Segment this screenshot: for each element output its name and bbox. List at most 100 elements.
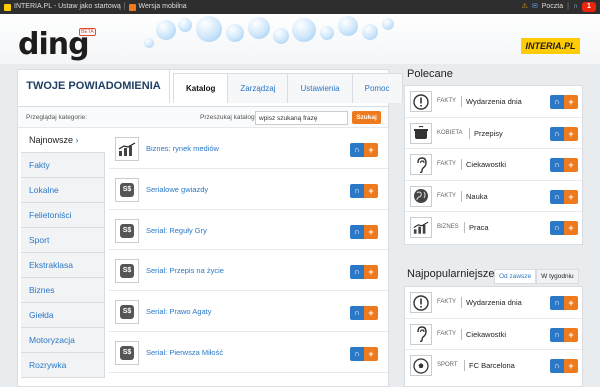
item-name[interactable]: Wydarzenia dnia bbox=[466, 97, 522, 106]
subscribe-button[interactable]: ∩ + bbox=[550, 95, 578, 109]
subscribe-button[interactable]: ∩ + bbox=[550, 189, 578, 204]
subscribe-button[interactable]: ∩ + bbox=[350, 265, 378, 280]
subscribe-button[interactable]: ∩ + bbox=[350, 346, 378, 361]
subscribe-button[interactable]: ∩ + bbox=[550, 158, 578, 173]
mobile-version-link[interactable]: Wersja mobilna bbox=[139, 0, 187, 14]
subscribe-button[interactable]: ∩ + bbox=[350, 306, 378, 321]
mail-icon[interactable]: ✉ bbox=[532, 0, 538, 14]
feed-link[interactable]: Serial: Pierwsza Miłość bbox=[146, 348, 223, 357]
notification-badge[interactable]: 1 bbox=[582, 2, 596, 12]
recommended-item: FAKTY Ciekawostki ∩ + bbox=[405, 149, 582, 181]
interia-logo[interactable]: INTERIA.PL bbox=[521, 38, 580, 54]
mail-link[interactable]: Poczta bbox=[542, 0, 563, 14]
item-tag: FAKTY bbox=[437, 299, 457, 305]
bubble-decoration bbox=[338, 16, 358, 36]
warning-icon[interactable]: ⚠ bbox=[522, 0, 528, 14]
subscribe-button[interactable]: ∩ + bbox=[350, 143, 378, 157]
popular-item: SPORT FC Barcelona ∩ + bbox=[405, 350, 582, 382]
item-name[interactable]: Praca bbox=[469, 223, 489, 232]
recommended-item: FAKTY Nauka ∩ + bbox=[405, 181, 582, 213]
category-item-motoryzacja[interactable]: Motoryzacja bbox=[21, 328, 105, 353]
ss-icon: S$ bbox=[115, 177, 139, 202]
set-homepage-link[interactable]: INTERIA.PL - Ustaw jako startową bbox=[14, 0, 121, 14]
feed-link[interactable]: Biznes: rynek mediów bbox=[146, 144, 219, 153]
search-button[interactable]: Szukaj bbox=[352, 111, 381, 124]
feed-link[interactable]: Serial: Przepis na życie bbox=[146, 266, 224, 275]
item-tag: KOBIETA bbox=[437, 129, 463, 136]
filter-bar: Przeglądaj kategorie: Przeszukaj katalog… bbox=[18, 106, 388, 128]
bubble-decoration bbox=[362, 24, 378, 40]
category-item-lokalne[interactable]: Lokalne bbox=[21, 178, 105, 203]
category-item-rozrywka[interactable]: Rozrywka bbox=[21, 353, 105, 378]
category-item-felietonisci[interactable]: Felietoniści bbox=[21, 203, 105, 228]
recommended-item: BIZNES Praca ∩ + bbox=[405, 212, 582, 244]
recommended-heading: Polecane bbox=[407, 68, 453, 80]
feed-link[interactable]: Serial: Reguły Gry bbox=[146, 226, 207, 235]
ss-icon: S$ bbox=[115, 340, 139, 365]
tab-katalog[interactable]: Katalog bbox=[173, 73, 229, 103]
category-item-sport[interactable]: Sport bbox=[21, 228, 105, 253]
ding-logo[interactable]: ding bbox=[18, 30, 90, 60]
tab-pomoc[interactable]: Pomoc bbox=[351, 73, 403, 103]
bubble-decoration bbox=[226, 24, 244, 42]
ss-icon: S$ bbox=[115, 300, 139, 325]
subscribe-button[interactable]: ∩ + bbox=[550, 327, 578, 342]
bubble-decoration bbox=[320, 26, 334, 40]
category-item-gielda[interactable]: Giełda bbox=[21, 303, 105, 328]
item-name[interactable]: Ciekawostki bbox=[466, 330, 506, 339]
subscribe-button[interactable]: ∩ + bbox=[350, 224, 378, 239]
category-item-biznes[interactable]: Biznes bbox=[21, 278, 105, 303]
feed-item: S$ Serial: Prawo Agaty ∩ + bbox=[109, 291, 388, 332]
item-name[interactable]: Wydarzenia dnia bbox=[466, 298, 522, 307]
bubble-decoration bbox=[248, 17, 270, 39]
subscribe-button[interactable]: ∩ + bbox=[550, 359, 578, 374]
recommended-list: FAKTY Wydarzenia dnia ∩ + KOBIETA Przepis… bbox=[404, 85, 583, 245]
subscribe-button[interactable]: ∩ + bbox=[550, 126, 578, 141]
top-bar: INTERIA.PL - Ustaw jako startową | Wersj… bbox=[0, 0, 600, 14]
ear-icon bbox=[410, 154, 432, 176]
chart-icon bbox=[410, 217, 432, 239]
item-name[interactable]: Ciekawostki bbox=[466, 160, 506, 169]
item-name[interactable]: Nauka bbox=[466, 192, 488, 201]
tab-zarzadzaj[interactable]: Zarządzaj bbox=[227, 73, 289, 103]
feed-link[interactable]: Serialowe gwiazdy bbox=[146, 185, 208, 194]
panel-tabs: Katalog Zarządzaj Ustawienia Pomoc bbox=[173, 73, 403, 103]
pot-icon bbox=[410, 122, 432, 144]
recommended-item: FAKTY Wydarzenia dnia ∩ + bbox=[405, 86, 582, 118]
globe-icon bbox=[410, 185, 432, 207]
subscribe-button[interactable]: ∩ + bbox=[350, 183, 378, 198]
category-item-ekstraklasa[interactable]: Ekstraklasa bbox=[21, 253, 105, 278]
popular-item: FAKTY Wydarzenia dnia ∩ + bbox=[405, 287, 582, 319]
item-tag: FAKTY bbox=[437, 98, 457, 104]
category-list: Najnowsze › Fakty Lokalne Felietoniści S… bbox=[21, 128, 105, 378]
feed-item: S$ Serialowe gwiazdy ∩ + bbox=[109, 169, 388, 210]
category-item-najnowsze[interactable]: Najnowsze › bbox=[21, 128, 105, 153]
item-tag: FAKTY bbox=[437, 161, 457, 168]
tab-ustawienia[interactable]: Ustawienia bbox=[287, 73, 353, 103]
bubble-decoration bbox=[144, 38, 154, 48]
bubble-decoration bbox=[178, 18, 192, 32]
subscribe-button[interactable]: ∩ + bbox=[550, 296, 578, 310]
bubble-decoration bbox=[292, 18, 316, 42]
item-name[interactable]: FC Barcelona bbox=[469, 361, 515, 370]
mobile-icon bbox=[128, 3, 136, 11]
notifications-panel: TWOJE POWIADOMIENIA Katalog Zarządzaj Us… bbox=[17, 69, 403, 387]
browse-label: Przeglądaj kategorie: bbox=[26, 114, 88, 121]
ss-icon: S$ bbox=[115, 218, 139, 243]
feed-link[interactable]: Serial: Prawo Agaty bbox=[146, 307, 211, 316]
category-item-fakty[interactable]: Fakty bbox=[21, 153, 105, 178]
bubble-decoration bbox=[273, 28, 289, 44]
subscribe-button[interactable]: ∩ + bbox=[550, 221, 578, 236]
popular-tabs: Od zawsze W tygodniu bbox=[494, 269, 579, 284]
item-name[interactable]: Przepisy bbox=[474, 129, 503, 138]
search-input[interactable] bbox=[255, 111, 348, 125]
popular-heading: Najpopularniejsze bbox=[407, 268, 495, 280]
interia-icon bbox=[4, 3, 11, 11]
ding-bell-icon[interactable]: ∩ bbox=[573, 0, 578, 14]
tab-od-zawsze[interactable]: Od zawsze bbox=[494, 269, 537, 284]
feed-item: S$ Serial: Reguły Gry ∩ + bbox=[109, 210, 388, 251]
item-tag: FAKTY bbox=[437, 192, 457, 199]
feed-item: S$ Serial: Przepis na życie ∩ + bbox=[109, 250, 388, 292]
bubble-decoration bbox=[156, 20, 176, 40]
tab-w-tygodniu[interactable]: W tygodniu bbox=[536, 269, 579, 284]
